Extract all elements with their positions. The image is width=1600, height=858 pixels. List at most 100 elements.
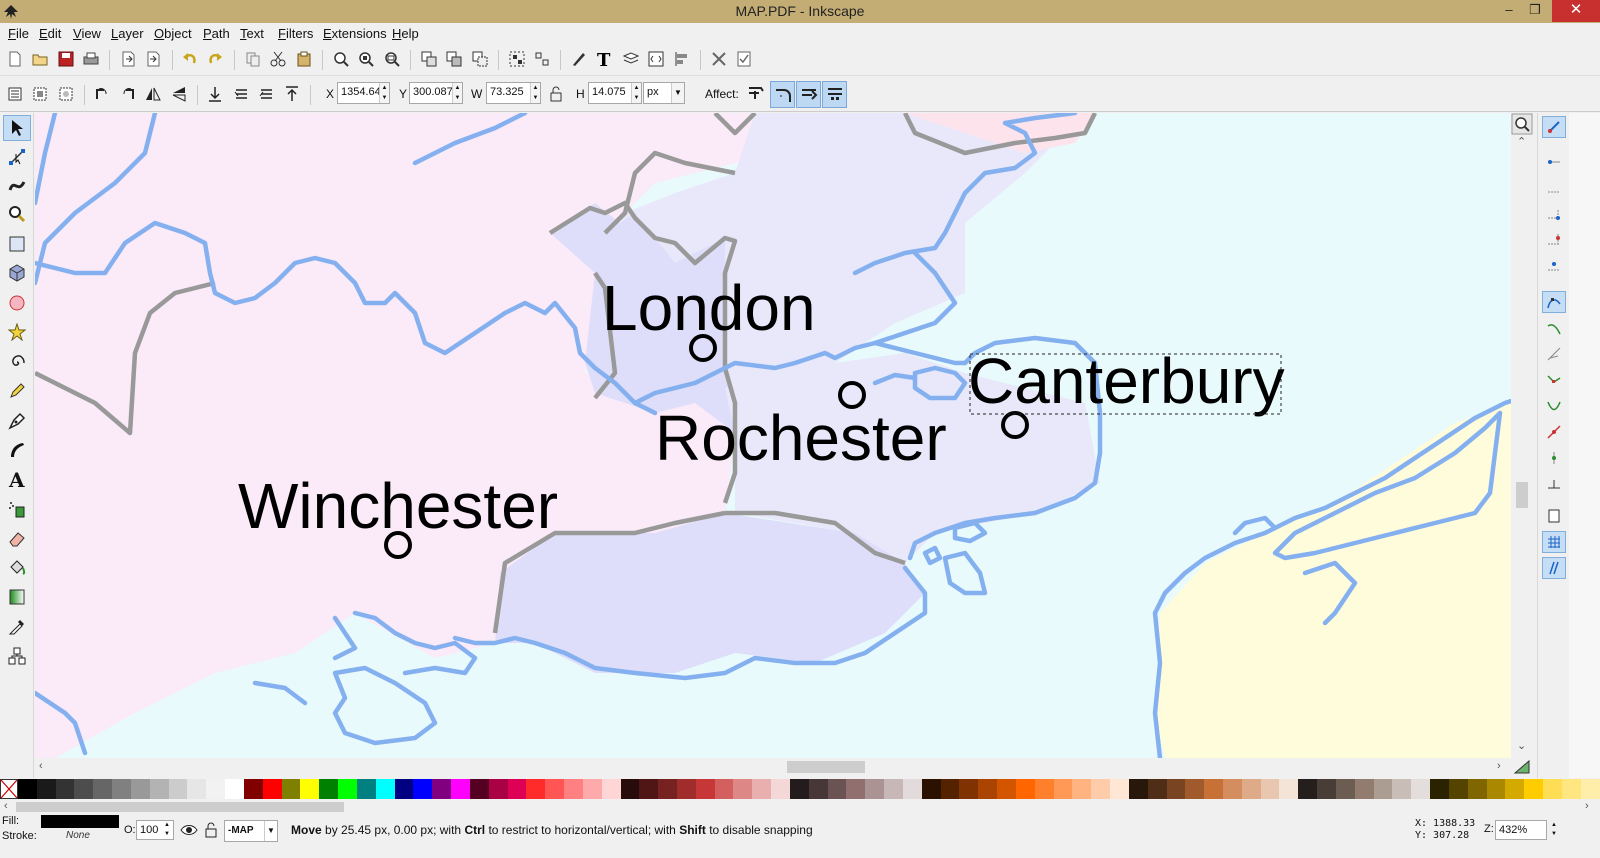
layer-visibility-icon[interactable]	[180, 823, 198, 840]
unit-select[interactable]: px ▼	[643, 82, 685, 104]
palette-swatch[interactable]	[1411, 779, 1431, 799]
scroll-right-icon[interactable]: ›	[1497, 760, 1501, 772]
palette-swatch[interactable]	[789, 779, 809, 799]
zoom-tool-icon[interactable]	[3, 201, 31, 227]
palette-swatch[interactable]	[432, 779, 452, 799]
palette-swatch[interactable]	[1373, 779, 1393, 799]
clone-icon[interactable]	[444, 49, 464, 69]
lock-proportions-icon[interactable]	[546, 84, 566, 104]
palette-swatch[interactable]	[1448, 779, 1468, 799]
no-paint-swatch[interactable]	[0, 779, 18, 799]
selector-tool-icon[interactable]	[3, 115, 31, 141]
scale-stroke-icon[interactable]	[746, 84, 766, 104]
w-input[interactable]: 73.325 ▲ ▼	[486, 82, 541, 104]
palette-swatch[interactable]	[1241, 779, 1261, 799]
palette-scroll-thumb[interactable]	[16, 802, 344, 812]
color-manage-icon[interactable]	[1513, 759, 1533, 777]
menu-extensions[interactable]: Extensions	[323, 26, 387, 41]
palette-swatch[interactable]	[112, 779, 131, 799]
palette-swatch[interactable]	[997, 779, 1016, 799]
palette-swatch[interactable]	[36, 779, 56, 799]
palette-scrollbar[interactable]: ‹ ›	[0, 799, 1600, 815]
snap-object-midpoints-icon[interactable]	[1542, 447, 1566, 469]
palette-swatch[interactable]	[1034, 779, 1054, 799]
palette-swatch[interactable]	[545, 779, 565, 799]
palette-swatch[interactable]	[18, 779, 37, 799]
palette-swatch[interactable]	[1392, 779, 1412, 799]
menu-help[interactable]: Help	[392, 26, 419, 41]
palette-swatch[interactable]	[1580, 779, 1600, 799]
palette-swatch[interactable]	[356, 779, 376, 799]
snap-smooth-nodes-icon[interactable]	[1542, 395, 1566, 417]
palette-swatch[interactable]	[1561, 779, 1581, 799]
palette-swatch[interactable]	[1524, 779, 1544, 799]
copy-icon[interactable]	[243, 49, 263, 69]
paste-icon[interactable]	[294, 49, 314, 69]
palette-swatch[interactable]	[921, 779, 941, 799]
palette-swatch[interactable]	[149, 779, 169, 799]
palette-swatch[interactable]	[1317, 779, 1336, 799]
zoom-input[interactable]: 432%	[1495, 820, 1547, 840]
spray-tool-icon[interactable]	[3, 496, 31, 522]
palette-swatch[interactable]	[394, 779, 414, 799]
print-icon[interactable]	[81, 49, 101, 69]
move-patterns-icon[interactable]	[822, 81, 847, 108]
snap-page-border-icon[interactable]	[1542, 505, 1566, 527]
menu-view[interactable]: View	[73, 26, 101, 41]
snap-bbox-edge-icon[interactable]	[1542, 177, 1566, 199]
dropper-tool-icon[interactable]	[3, 614, 31, 640]
label-rochester[interactable]: Rochester	[655, 402, 947, 474]
palette-swatch[interactable]	[338, 779, 357, 799]
maximize-button[interactable]: ❐	[1522, 0, 1548, 22]
palette-scroll-left-icon[interactable]: ‹	[4, 800, 8, 812]
preferences-tools-icon[interactable]	[709, 49, 729, 69]
node-tool-icon[interactable]	[3, 144, 31, 170]
palette-swatch[interactable]	[451, 779, 470, 799]
palette-swatch[interactable]	[1223, 779, 1242, 799]
palette-swatch[interactable]	[206, 779, 226, 799]
palette-swatch[interactable]	[959, 779, 979, 799]
snap-bbox-icon[interactable]	[1542, 151, 1566, 173]
select-all-icon[interactable]	[5, 84, 25, 104]
cut-icon[interactable]	[268, 49, 288, 69]
palette-swatch[interactable]	[846, 779, 866, 799]
snap-bbox-center-icon[interactable]	[1542, 255, 1566, 277]
palette-swatch[interactable]	[827, 779, 847, 799]
snap-bbox-corner-icon[interactable]	[1542, 203, 1566, 225]
palette-swatch[interactable]	[1486, 779, 1506, 799]
palette-swatch[interactable]	[1298, 779, 1318, 799]
snap-nodes-icon[interactable]	[1542, 291, 1566, 313]
snap-cusp-nodes-icon[interactable]	[1542, 369, 1566, 391]
snap-line-midpoints-icon[interactable]	[1542, 421, 1566, 443]
pen-tool-icon[interactable]	[3, 408, 31, 434]
palette-swatch[interactable]	[1467, 779, 1487, 799]
palette-swatch[interactable]	[1354, 779, 1374, 799]
label-canterbury[interactable]: Canterbury	[968, 345, 1285, 417]
palette-swatch[interactable]	[281, 779, 301, 799]
3d-box-tool-icon[interactable]	[3, 260, 31, 286]
spiral-tool-icon[interactable]	[3, 349, 31, 375]
palette-scroll-right-icon[interactable]: ›	[1585, 800, 1589, 812]
vertical-scroll-thumb[interactable]	[1516, 482, 1528, 508]
palette-swatch[interactable]	[714, 779, 734, 799]
new-document-icon[interactable]	[5, 49, 25, 69]
vertical-scrollbar[interactable]: ⌃ ⌄	[1511, 135, 1533, 758]
palette-swatch[interactable]	[808, 779, 828, 799]
palette-swatch[interactable]	[1166, 779, 1186, 799]
label-london[interactable]: London	[602, 272, 816, 344]
palette-swatch[interactable]	[300, 779, 320, 799]
palette-swatch[interactable]	[620, 779, 640, 799]
unlink-clone-icon[interactable]	[470, 49, 490, 69]
scroll-left-icon[interactable]: ‹	[39, 760, 43, 772]
calligraphy-tool-icon[interactable]	[3, 437, 31, 463]
palette-swatch[interactable]	[884, 779, 903, 799]
duplicate-icon[interactable]	[419, 49, 439, 69]
undo-icon[interactable]	[180, 49, 200, 69]
drawing-canvas[interactable]: London Rochester Canterbury Winchester	[35, 113, 1511, 758]
palette-swatch[interactable]	[1260, 779, 1280, 799]
x-input[interactable]: 1354.64 ▲ ▼	[337, 82, 390, 104]
palette-swatch[interactable]	[752, 779, 772, 799]
connector-tool-icon[interactable]	[3, 643, 31, 669]
snap-intersections-icon[interactable]	[1542, 343, 1566, 365]
rotate-ccw-icon[interactable]	[92, 84, 112, 104]
